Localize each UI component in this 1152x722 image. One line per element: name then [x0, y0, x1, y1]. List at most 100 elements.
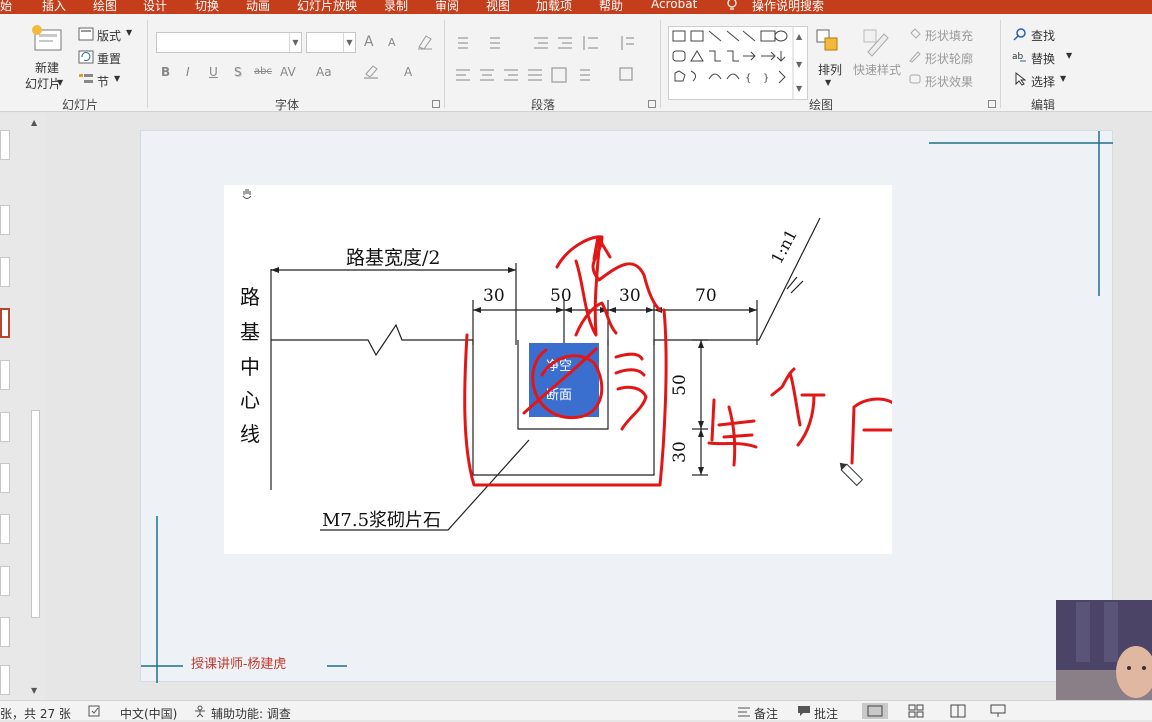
- scroll-down-arrow-icon[interactable]: ▼: [31, 686, 37, 695]
- status-bar: 张，共 27 张 中文(中国) 辅助功能: 调查 备注 批注: [0, 700, 1152, 722]
- svg-text:▲: ▲: [796, 32, 803, 41]
- normal-view-icon[interactable]: [862, 703, 888, 719]
- pen-icon: [909, 51, 921, 63]
- chevron-down-icon[interactable]: ▼: [57, 78, 63, 87]
- tab-view[interactable]: 视图: [486, 0, 510, 14]
- layout-button[interactable]: 版式: [97, 27, 121, 44]
- character-spacing-button[interactable]: AV: [280, 65, 296, 79]
- shadow-button[interactable]: S: [234, 65, 242, 79]
- tab-home[interactable]: 始: [0, 0, 12, 14]
- grow-font-button[interactable]: A: [364, 34, 374, 50]
- svg-text:▼: ▼: [796, 60, 803, 69]
- shapes-gallery[interactable]: { } ▲ ▼ ▼: [668, 26, 808, 100]
- find-button[interactable]: 查找: [1031, 27, 1055, 44]
- slide-thumbnail[interactable]: [0, 566, 10, 596]
- dialog-launcher-icon[interactable]: [988, 100, 996, 108]
- arrange-button[interactable]: 排列: [818, 61, 842, 78]
- bold-button[interactable]: B: [161, 65, 170, 79]
- chevron-down-icon[interactable]: ▼: [1066, 51, 1072, 60]
- scrollbar-thumb[interactable]: [31, 410, 40, 618]
- new-slide-label-line2[interactable]: 幻灯片: [25, 75, 61, 92]
- select-button[interactable]: 选择: [1031, 73, 1055, 90]
- thumbnail-scrollbar[interactable]: ▲ ▼: [28, 118, 42, 698]
- tab-insert[interactable]: 插入: [42, 0, 66, 14]
- font-name-input[interactable]: ▼: [156, 32, 302, 53]
- svg-text:}: }: [763, 73, 769, 84]
- replace-icon: ab: [1012, 52, 1026, 62]
- slideshow-icon[interactable]: [990, 704, 1006, 718]
- ink-annotations: [463, 235, 892, 487]
- paint-bucket-icon: [910, 28, 921, 39]
- arrange-icon[interactable]: [815, 28, 843, 58]
- scroll-up-arrow-icon[interactable]: ▲: [31, 118, 37, 127]
- group-divider: [660, 20, 661, 108]
- replace-button[interactable]: 替换: [1031, 50, 1055, 67]
- shape-fill-button[interactable]: 形状填充: [925, 27, 973, 44]
- new-slide-label[interactable]: 新建: [35, 59, 59, 76]
- section-button[interactable]: 节: [97, 73, 109, 90]
- slide-thumbnail[interactable]: [0, 360, 10, 390]
- font-size-input[interactable]: ▼: [306, 32, 356, 53]
- tab-record[interactable]: 录制: [384, 0, 408, 14]
- tell-me-search[interactable]: 操作说明搜索: [752, 0, 824, 14]
- slide-thumbnail[interactable]: [0, 617, 10, 647]
- tab-review[interactable]: 审阅: [435, 0, 459, 14]
- tab-draw[interactable]: 绘图: [93, 0, 117, 14]
- chevron-down-icon[interactable]: ▼: [126, 28, 132, 37]
- paragraph-format-icons[interactable]: [454, 32, 654, 94]
- underline-button[interactable]: U: [209, 65, 218, 79]
- reset-button[interactable]: 重置: [97, 50, 121, 67]
- drainage-cross-section-drawing[interactable]: 路基宽度/2 路 基 中 心 线 30 50 30 70 50 30 1:n1 …: [224, 185, 892, 554]
- highlighter-icon[interactable]: [362, 64, 380, 80]
- chevron-down-icon[interactable]: ▼: [114, 74, 120, 83]
- accessibility-status[interactable]: 辅助功能: 调查: [211, 705, 291, 722]
- group-divider: [444, 20, 445, 108]
- change-case-button[interactable]: Aa: [316, 65, 332, 79]
- slide-sorter-icon[interactable]: [908, 704, 924, 718]
- tab-animations[interactable]: 动画: [246, 0, 270, 14]
- slide-thumbnail[interactable]: [0, 514, 10, 544]
- strikethrough-button[interactable]: abc: [254, 66, 272, 77]
- notes-button[interactable]: 备注: [754, 705, 778, 722]
- dialog-launcher-icon[interactable]: [648, 100, 656, 108]
- notes-icon: [738, 707, 750, 717]
- new-slide-icon[interactable]: [31, 24, 63, 54]
- reading-view-icon[interactable]: [950, 704, 966, 718]
- slide-thumbnail[interactable]: [0, 257, 10, 287]
- spellcheck-icon[interactable]: [88, 705, 102, 717]
- shape-effects-button[interactable]: 形状效果: [925, 73, 973, 90]
- search-icon: [1013, 28, 1026, 41]
- tab-design[interactable]: 设计: [143, 0, 167, 14]
- tab-slideshow[interactable]: 幻灯片放映: [297, 0, 357, 14]
- quick-styles-button[interactable]: 快速样式: [853, 61, 901, 78]
- slide-thumbnail[interactable]: [0, 412, 10, 442]
- shrink-font-button[interactable]: A: [388, 36, 396, 49]
- chevron-down-icon[interactable]: ▼: [343, 33, 355, 52]
- dialog-launcher-icon[interactable]: [432, 100, 440, 108]
- tab-help[interactable]: 帮助: [599, 0, 623, 14]
- ribbon-tab-strip: 始 插入 绘图 设计 切换 动画 幻灯片放映 录制 审阅 视图 加载项 帮助 A…: [0, 0, 1152, 14]
- tab-acrobat[interactable]: Acrobat: [651, 0, 697, 11]
- language-indicator[interactable]: 中文(中国): [120, 705, 177, 722]
- italic-button[interactable]: I: [186, 65, 190, 79]
- layout-icon: [78, 27, 94, 41]
- reset-icon: [78, 50, 94, 64]
- slide-thumbnail-selected[interactable]: [0, 308, 10, 338]
- quick-styles-icon[interactable]: [862, 28, 892, 58]
- slide-thumbnail[interactable]: [0, 130, 10, 160]
- font-color-button[interactable]: A: [404, 65, 412, 79]
- tab-transitions[interactable]: 切换: [195, 0, 219, 14]
- chevron-down-icon[interactable]: ▼: [825, 78, 831, 87]
- comments-button[interactable]: 批注: [814, 705, 838, 722]
- svg-text:▼: ▼: [796, 84, 803, 93]
- slide-thumbnail[interactable]: [0, 205, 10, 235]
- slide-count: 张，共 27 张: [0, 707, 71, 721]
- slide-thumbnail[interactable]: [0, 665, 10, 695]
- clear-format-icon[interactable]: [416, 33, 434, 51]
- effects-icon: [909, 74, 921, 84]
- chevron-down-icon[interactable]: ▼: [289, 33, 301, 52]
- tab-addins[interactable]: 加载项: [536, 0, 572, 14]
- chevron-down-icon[interactable]: ▼: [1060, 74, 1066, 83]
- shape-outline-button[interactable]: 形状轮廓: [925, 50, 973, 67]
- slide-thumbnail[interactable]: [0, 463, 10, 493]
